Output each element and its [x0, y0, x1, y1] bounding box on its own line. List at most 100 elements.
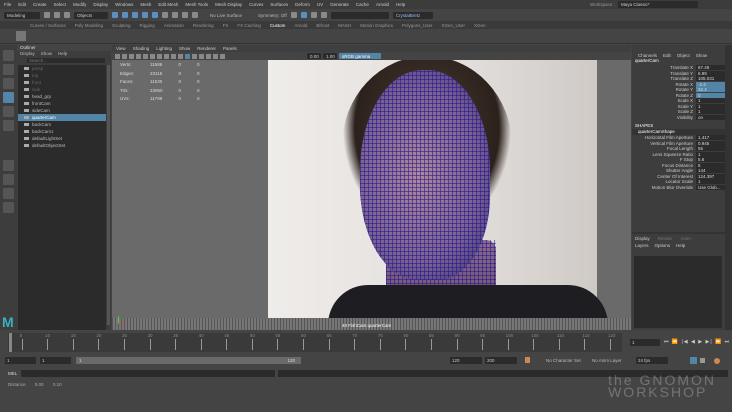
- sound-icon[interactable]: [700, 358, 705, 363]
- loop-icon[interactable]: [690, 357, 697, 364]
- character-icon[interactable]: [714, 358, 720, 364]
- channel-value[interactable]: 0: [696, 92, 725, 98]
- outliner-menu-help[interactable]: Help: [58, 51, 67, 57]
- outliner-item-head_grp[interactable]: head_grp: [18, 93, 106, 100]
- shelf-tab-fx-caching[interactable]: FX Caching: [237, 23, 261, 28]
- wireframe-shading-icon[interactable]: [171, 53, 176, 59]
- anim-end-field[interactable]: 200: [485, 357, 517, 364]
- outliner-scrollbar[interactable]: [107, 65, 110, 325]
- shelf-tab-sculpting[interactable]: Sculpting: [112, 23, 131, 28]
- exposure-field[interactable]: 0.00: [307, 53, 321, 59]
- xray-joints-icon[interactable]: [220, 53, 225, 59]
- open-scene-icon[interactable]: [54, 12, 60, 18]
- channel-label[interactable]: Visibility: [632, 115, 696, 121]
- menu-set-dropdown[interactable]: Modeling: [4, 11, 40, 19]
- outliner-item-quarterCam[interactable]: quarterCam: [18, 114, 106, 121]
- outliner-menu-show[interactable]: Show: [41, 51, 52, 57]
- channel-menu-edit[interactable]: Edit: [663, 53, 671, 58]
- camera-select-icon[interactable]: [115, 53, 120, 59]
- shape-attr-label[interactable]: Motion Blur Override: [632, 185, 696, 191]
- grid-icon[interactable]: [143, 53, 148, 59]
- menu-file[interactable]: File: [4, 2, 11, 7]
- layer-menu-help[interactable]: Help: [676, 243, 685, 248]
- outliner-item-sideCam[interactable]: sideCam: [18, 107, 106, 114]
- shape-attr-value[interactable]: 144: [696, 168, 725, 173]
- snap-curve-icon[interactable]: [142, 12, 148, 18]
- colorspace-dropdown[interactable]: sRGB gamma: [339, 53, 381, 59]
- menu-select[interactable]: Select: [54, 2, 67, 7]
- viewport-menu-show[interactable]: Show: [179, 46, 190, 51]
- shelf-tab-mash[interactable]: MASH: [338, 23, 351, 28]
- camera-attributes-icon[interactable]: [122, 53, 127, 59]
- outliner-item-frontCam[interactable]: frontCam: [18, 100, 106, 107]
- user-account-dropdown[interactable]: CrystalBretz: [392, 11, 433, 19]
- outliner-menu-display[interactable]: Display: [20, 51, 35, 57]
- menu-modify[interactable]: Modify: [73, 2, 86, 7]
- wireframe-on-shaded-icon[interactable]: [185, 53, 190, 59]
- live-surface-label[interactable]: No Live Surface: [210, 13, 242, 18]
- channel-value[interactable]: on: [696, 114, 725, 120]
- outliner-item-persp[interactable]: persp: [18, 65, 106, 72]
- shape-attr-value[interactable]: 0.945: [696, 140, 725, 146]
- mel-label[interactable]: MEL: [8, 371, 17, 376]
- layer-tab-display[interactable]: Display: [635, 236, 650, 241]
- film-gate-icon[interactable]: [150, 53, 155, 59]
- channel-value[interactable]: 1: [696, 98, 725, 103]
- shelf-tab-rendering[interactable]: Rendering: [193, 23, 214, 28]
- shelf-tab-xgen-user[interactable]: XGen_User: [441, 23, 465, 28]
- shelf-tab-rigging[interactable]: Rigging: [140, 23, 155, 28]
- outliner-layout-icon[interactable]: [3, 202, 14, 213]
- bookmark-icon[interactable]: [129, 53, 134, 59]
- shelf-tab-arnold[interactable]: Arnold: [294, 23, 307, 28]
- menu-mesh-display[interactable]: Mesh Display: [215, 2, 242, 7]
- menu-mesh-tools[interactable]: Mesh Tools: [185, 2, 208, 7]
- shape-attr-value[interactable]: 1: [696, 151, 725, 157]
- input-field[interactable]: [330, 11, 389, 19]
- shelf-tab-curves-surfaces[interactable]: Curves / Surfaces: [30, 23, 66, 28]
- select-by-hierarchy-icon[interactable]: [112, 12, 118, 18]
- move-tool-icon[interactable]: [3, 92, 14, 103]
- paint-select-icon[interactable]: [3, 78, 14, 89]
- start-time-field[interactable]: 1: [5, 357, 36, 364]
- selection-mode-dropdown[interactable]: Objects: [74, 11, 108, 19]
- layer-menu-options[interactable]: Options: [655, 243, 671, 248]
- menu-surfaces[interactable]: Surfaces: [270, 2, 288, 7]
- shape-attr-value[interactable]: 55: [696, 146, 725, 151]
- outliner-item-top[interactable]: top: [18, 72, 106, 79]
- channel-menu-show[interactable]: Show: [696, 53, 707, 58]
- outliner-item-defaultObjectSet[interactable]: defaultObjectSet: [18, 142, 106, 149]
- rotate-tool-icon[interactable]: [3, 106, 14, 117]
- range-bar[interactable]: 1 120: [76, 357, 301, 364]
- render-view-icon[interactable]: [310, 12, 317, 18]
- single-pane-layout-icon[interactable]: [3, 160, 14, 171]
- render-settings-icon[interactable]: [320, 12, 327, 18]
- channel-menu-object[interactable]: Object: [677, 53, 690, 58]
- shape-attr-value[interactable]: 1.417: [696, 135, 725, 140]
- shelf-tool-icon[interactable]: [16, 31, 26, 41]
- fps-dropdown[interactable]: 24 fps: [636, 357, 668, 364]
- menu-help[interactable]: Help: [396, 2, 405, 7]
- viewport-menu-lighting[interactable]: Lighting: [156, 46, 172, 51]
- playhead[interactable]: [9, 333, 12, 352]
- channel-value[interactable]: 1: [696, 103, 725, 109]
- time-slider[interactable]: 5 10 15 20 25 30 35 40 45 50 55 60 65 70 75 80 85 90 95 100…: [0, 331, 732, 357]
- channel-value[interactable]: 1: [696, 109, 725, 114]
- shelf-tab-xgen[interactable]: XGen: [474, 23, 486, 28]
- menu-deform[interactable]: Deform: [295, 2, 310, 7]
- gamma-field[interactable]: 1.00: [323, 53, 337, 59]
- channel-value[interactable]: -2.4: [696, 81, 725, 87]
- menu-edit[interactable]: Edit: [18, 2, 26, 7]
- snap-point-icon[interactable]: [152, 12, 158, 18]
- current-frame-field[interactable]: 1: [630, 339, 660, 346]
- menu-edit-mesh[interactable]: Edit Mesh: [158, 2, 178, 7]
- viewport-menu-panels[interactable]: Panels: [223, 46, 237, 51]
- workspace-dropdown[interactable]: Maya Classic*: [617, 1, 698, 8]
- auto-key-icon[interactable]: [525, 357, 530, 363]
- xray-icon[interactable]: [290, 12, 297, 18]
- save-scene-icon[interactable]: [64, 12, 70, 18]
- resolution-gate-icon[interactable]: [157, 53, 162, 59]
- ipr-render-icon[interactable]: [192, 12, 198, 18]
- menu-generate[interactable]: Generate: [330, 2, 349, 7]
- textured-icon[interactable]: [192, 53, 197, 59]
- end-time-field[interactable]: 120: [450, 357, 482, 364]
